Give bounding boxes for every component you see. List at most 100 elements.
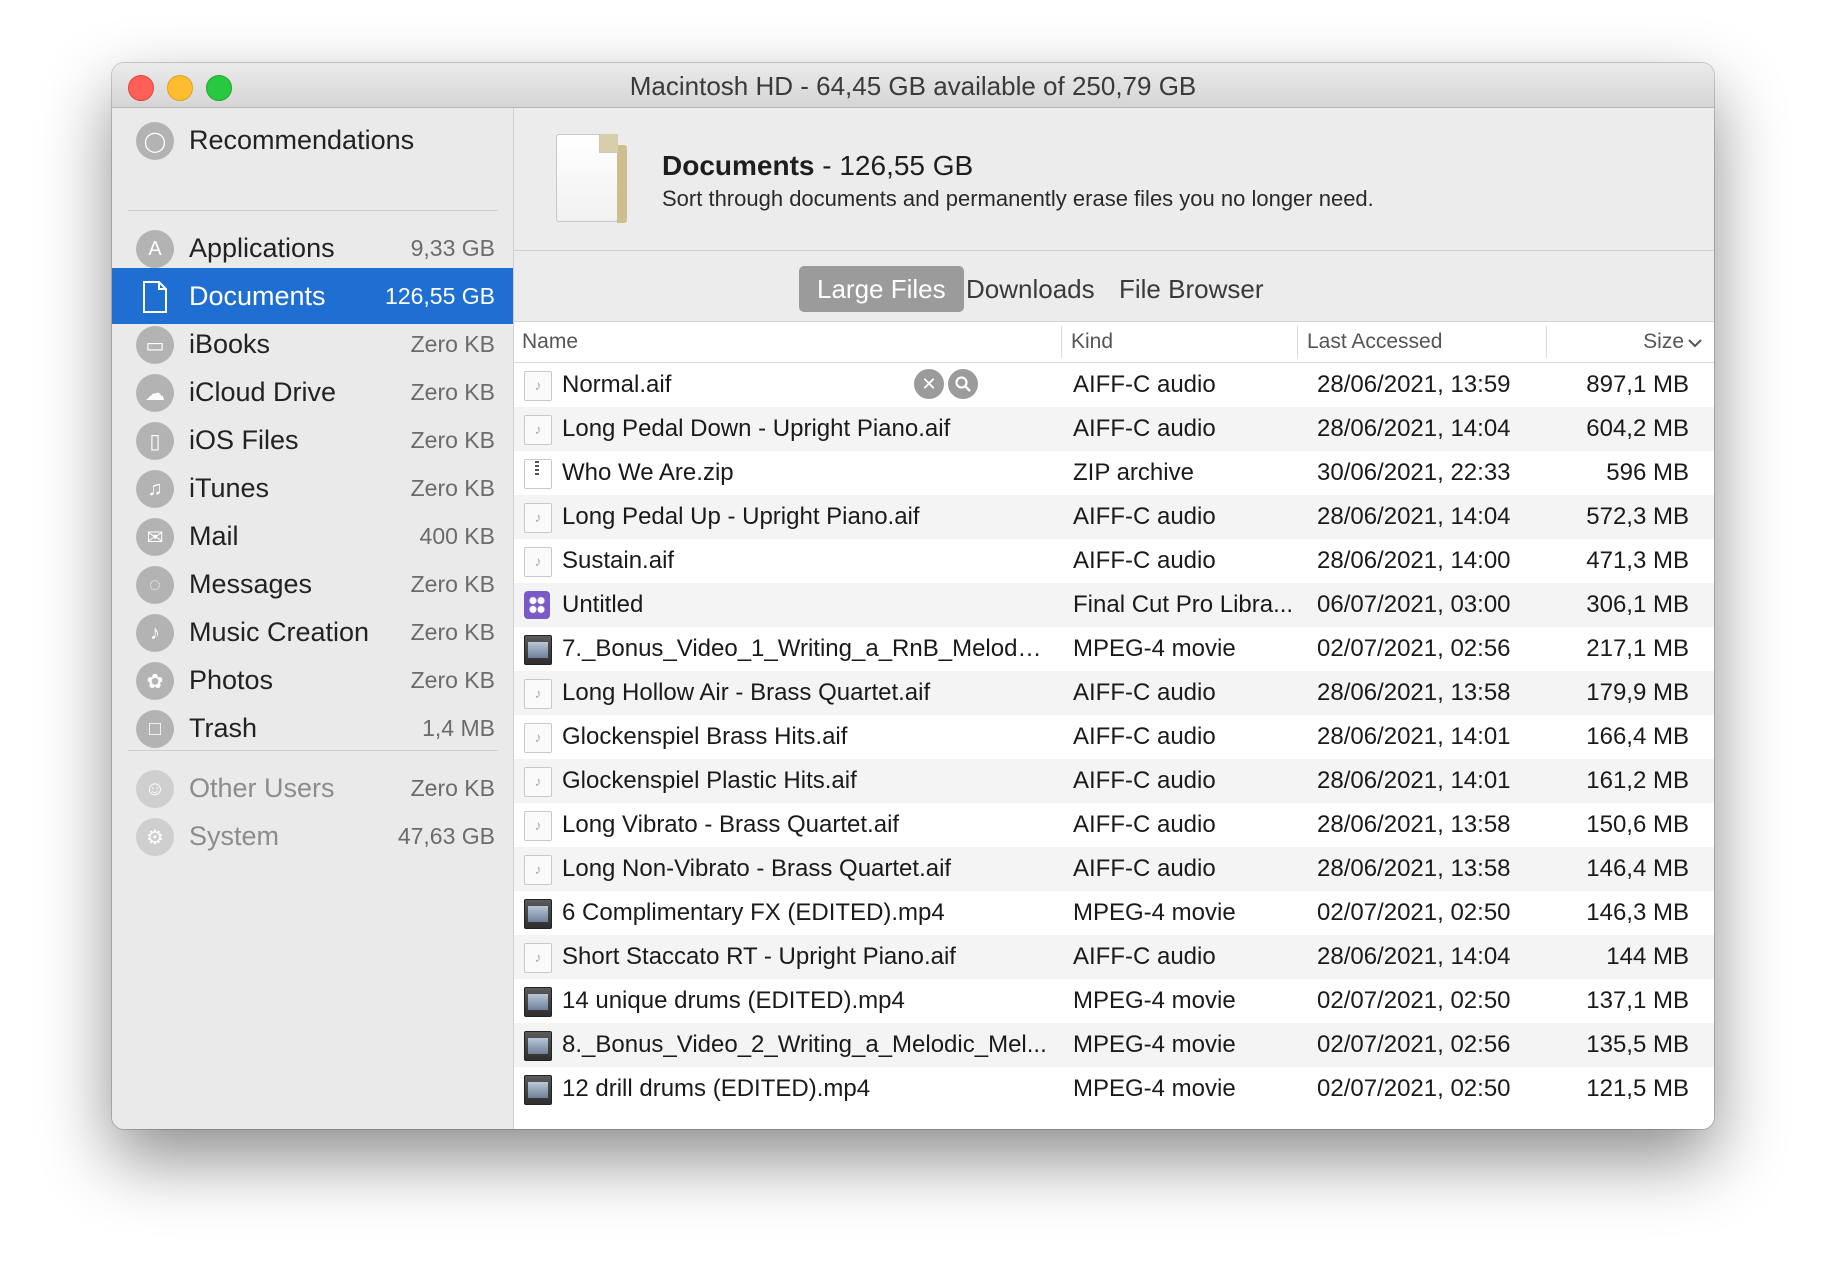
file-size: 306,1 MB: [1586, 591, 1689, 618]
title-bar[interactable]: Macintosh HD - 64,45 GB available of 250…: [112, 63, 1714, 108]
category-title: Documents - 126,55 GB: [662, 150, 973, 182]
file-kind: AIFF-C audio: [1073, 943, 1216, 970]
reveal-in-finder-button[interactable]: [948, 369, 978, 399]
table-row[interactable]: ♪ Glockenspiel Plastic Hits.aif AIFF-C aud…: [514, 759, 1714, 803]
column-divider[interactable]: [1061, 326, 1062, 358]
sidebar-item-size: Zero KB: [410, 379, 495, 405]
audio-file-icon: ♪: [524, 503, 552, 533]
sidebar-item-size: Zero KB: [410, 571, 495, 597]
file-name: Glockenspiel Brass Hits.aif: [562, 723, 848, 750]
table-row[interactable]: ♪ Long Non-Vibrato - Brass Quartet.aif AIF…: [514, 847, 1714, 891]
sidebar-item-trash[interactable]: □ Trash 1,4 MB: [112, 700, 513, 756]
audio-file-icon: ♪: [524, 415, 552, 445]
category-description: Sort through documents and permanently e…: [662, 186, 1374, 211]
file-last-accessed: 02/07/2021, 02:50: [1317, 899, 1511, 926]
sidebar-item-size: Zero KB: [410, 775, 495, 801]
sidebar-divider: [128, 210, 498, 211]
audio-file-icon: ♪: [524, 855, 552, 885]
tab-downloads[interactable]: Downloads: [948, 266, 1113, 312]
table-body: ♪ Normal.aif AIFF-C audio 28/06/2021, 13:59…: [514, 363, 1714, 1111]
file-kind: ZIP archive: [1073, 459, 1194, 486]
file-kind: MPEG-4 movie: [1073, 899, 1236, 926]
audio-file-icon: ♪: [524, 547, 552, 577]
audio-file-icon: ♪: [524, 767, 552, 797]
category-size: - 126,55 GB: [814, 150, 974, 181]
sidebar-item-label: iBooks: [189, 329, 271, 359]
sidebar-item-label: Documents: [189, 281, 326, 311]
table-row[interactable]: ♪ Normal.aif AIFF-C audio 28/06/2021, 13:59…: [514, 363, 1714, 407]
file-kind: MPEG-4 movie: [1073, 1075, 1236, 1102]
column-header-last-accessed[interactable]: Last Accessed: [1307, 330, 1442, 354]
file-size: 144 MB: [1606, 943, 1689, 970]
file-name: 12 drill drums (EDITED).mp4: [562, 1075, 871, 1102]
sidebar-item-size: Zero KB: [410, 475, 495, 501]
table-row[interactable]: 7._Bonus_Video_1_Writing_a_RnB_Melody_..…: [514, 627, 1714, 671]
file-kind: AIFF-C audio: [1073, 503, 1216, 530]
delete-file-button[interactable]: ✕: [914, 369, 944, 399]
lightbulb-icon: ◯: [136, 122, 174, 160]
row-actions: ✕: [914, 369, 994, 401]
sidebar-item-size: 1,4 MB: [422, 715, 495, 741]
file-kind: Final Cut Pro Libra...: [1073, 591, 1294, 618]
table-row[interactable]: Who We Are.zip ZIP archive 30/06/2021, 22:…: [514, 451, 1714, 495]
column-header-kind[interactable]: Kind: [1071, 330, 1113, 354]
table-row[interactable]: 14 unique drums (EDITED).mp4 MPEG-4 movie…: [514, 979, 1714, 1023]
sidebar-item-size: Zero KB: [410, 427, 495, 453]
file-name: Sustain.aif: [562, 547, 675, 574]
table-row[interactable]: ♪ Glockenspiel Brass Hits.aif AIFF-C audio…: [514, 715, 1714, 759]
sidebar-item-label: iCloud Drive: [189, 377, 337, 407]
tab-large-files[interactable]: Large Files: [799, 266, 964, 312]
file-last-accessed: 02/07/2021, 02:50: [1317, 1075, 1511, 1102]
table-row[interactable]: ♪ Long Hollow Air - Brass Quartet.aif AIFF…: [514, 671, 1714, 715]
file-name: Who We Are.zip: [562, 459, 734, 486]
view-tabs: Large Files Downloads File Browser: [514, 266, 1714, 316]
file-last-accessed: 28/06/2021, 14:04: [1317, 943, 1511, 970]
chevron-down-icon: [1688, 339, 1702, 348]
sidebar-item-size: Zero KB: [410, 331, 495, 357]
column-header-size[interactable]: Size: [1643, 330, 1684, 354]
sidebar-item-label: Other Users: [189, 773, 335, 803]
table-row[interactable]: 8._Bonus_Video_2_Writing_a_Melodic_Mel..…: [514, 1023, 1714, 1067]
file-name: Long Vibrato - Brass Quartet.aif: [562, 811, 900, 838]
column-header-name[interactable]: Name: [522, 330, 578, 354]
sidebar-item-size: 9,33 GB: [410, 235, 495, 261]
sidebar-item-label: iOS Files: [189, 425, 299, 455]
file-size: 166,4 MB: [1586, 723, 1689, 750]
file-size: 146,4 MB: [1586, 855, 1689, 882]
table-row[interactable]: ♪ Sustain.aif AIFF-C audio 28/06/2021, 14:0…: [514, 539, 1714, 583]
file-size: 150,6 MB: [1586, 811, 1689, 838]
column-divider[interactable]: [1546, 326, 1547, 358]
messages-icon: ◌: [136, 566, 174, 604]
table-row[interactable]: ♪ Long Pedal Down - Upright Piano.aif AIFF…: [514, 407, 1714, 451]
table-row[interactable]: 6 Complimentary FX (EDITED).mp4 MPEG-4 mo…: [514, 891, 1714, 935]
tab-file-browser[interactable]: File Browser: [1101, 266, 1281, 312]
table-row[interactable]: Untitled Final Cut Pro Libra... 06/07/2021…: [514, 583, 1714, 627]
audio-file-icon: ♪: [524, 679, 552, 709]
file-name: Short Staccato RT - Upright Piano.aif: [562, 943, 956, 970]
table-row[interactable]: 12 drill drums (EDITED).mp4 MPEG-4 movie 0…: [514, 1067, 1714, 1111]
sidebar-item-label: Music Creation: [189, 617, 370, 647]
audio-file-icon: ♪: [524, 723, 552, 753]
sidebar-item-recommendations[interactable]: ◯ Recommendations: [112, 112, 513, 168]
file-last-accessed: 28/06/2021, 13:58: [1317, 679, 1511, 706]
file-size: 604,2 MB: [1586, 415, 1689, 442]
audio-file-icon: ♪: [524, 371, 552, 401]
sidebar-item-label: Mail: [189, 521, 239, 551]
file-last-accessed: 28/06/2021, 13:58: [1317, 811, 1511, 838]
sidebar-item-system[interactable]: ⚙ System 47,63 GB: [112, 808, 513, 864]
file-last-accessed: 28/06/2021, 14:00: [1317, 547, 1511, 574]
file-size: 146,3 MB: [1586, 899, 1689, 926]
file-kind: MPEG-4 movie: [1073, 635, 1236, 662]
file-last-accessed: 28/06/2021, 14:01: [1317, 723, 1511, 750]
file-size: 179,9 MB: [1586, 679, 1689, 706]
file-last-accessed: 02/07/2021, 02:56: [1317, 635, 1511, 662]
column-divider[interactable]: [1297, 326, 1298, 358]
file-kind: AIFF-C audio: [1073, 855, 1216, 882]
sidebar-item-label: Recommendations: [189, 125, 415, 155]
file-name: Long Non-Vibrato - Brass Quartet.aif: [562, 855, 952, 882]
book-icon: ▭: [136, 326, 174, 364]
table-row[interactable]: ♪ Short Staccato RT - Upright Piano.aif AI…: [514, 935, 1714, 979]
table-row[interactable]: ♪ Long Vibrato - Brass Quartet.aif AIFF-C …: [514, 803, 1714, 847]
table-row[interactable]: ♪ Long Pedal Up - Upright Piano.aif AIFF-C…: [514, 495, 1714, 539]
movie-file-icon: [524, 1075, 552, 1105]
